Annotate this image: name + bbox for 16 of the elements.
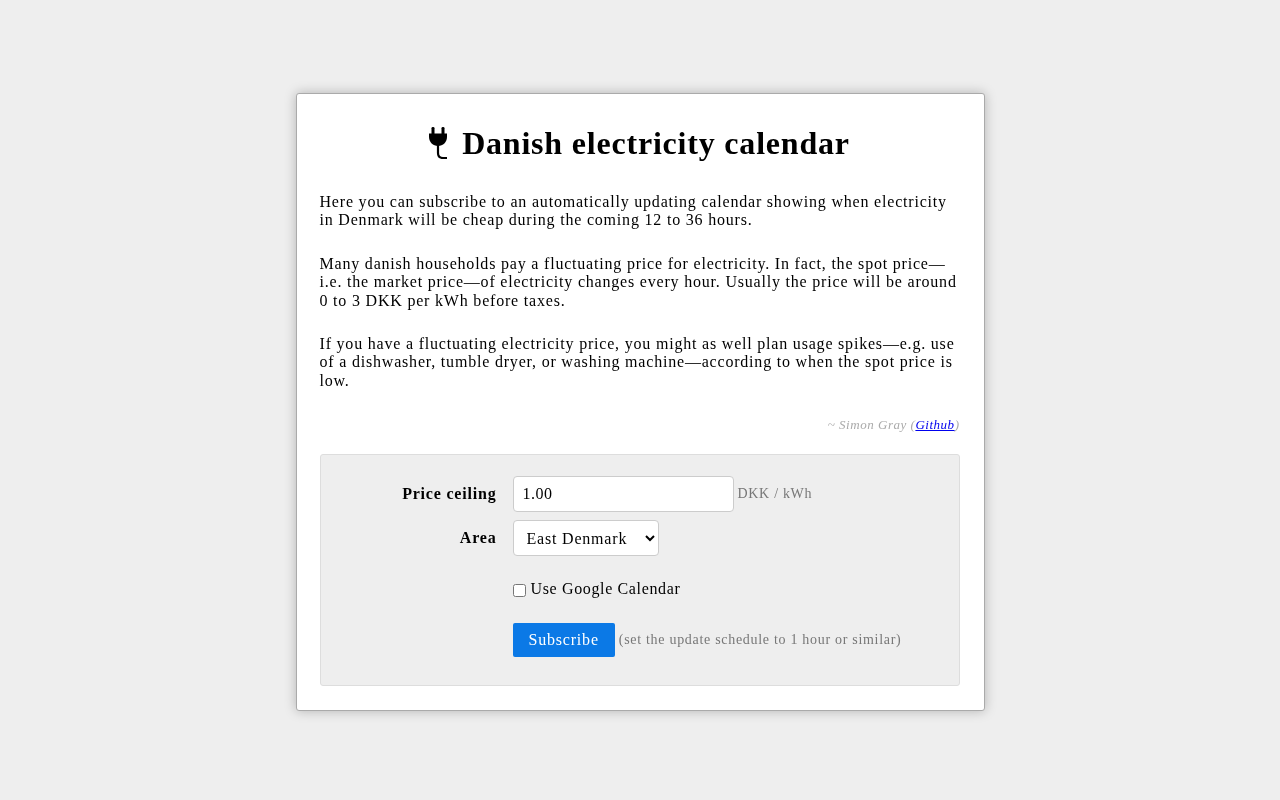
github-link[interactable]: Github xyxy=(915,417,955,433)
intro-paragraph: If you have a fluctuating electricity price, you might as well plan usage spikes—e.g. use of a dishwasher, tumble dryer, or washing machine—according to when the spot price is low. xyxy=(319,335,956,391)
intro-paragraph: Many danish households pay a fluctuating price for electricity. In fact, the spot price—i.e. the market price—of electricity changes every hour. Usually the price will be around 0 to 3 DKK per kWh before taxes. xyxy=(319,254,958,311)
field-label: Price ceiling xyxy=(402,485,497,504)
schedule-note: (set the update schedule to 1 hour or similar) xyxy=(618,632,902,649)
price-input[interactable]: 1.00 xyxy=(512,476,734,513)
checkbox-label[interactable]: Use Google Calendar xyxy=(530,580,681,599)
page-title: Danish electricity calendar xyxy=(462,125,850,162)
unit-label: DKK / kWh xyxy=(737,486,813,503)
subscribe-button[interactable]: Subscribe xyxy=(512,623,615,658)
author-credit: ~ Simon Gray (Github) xyxy=(827,417,960,433)
field-label: Area xyxy=(459,529,497,548)
area-select[interactable]: East Denmark xyxy=(512,520,659,557)
intro-paragraph: Here you can subscribe to an automatically updating calendar showing when electricity in Denmark will be cheap during the coming 12 to 36 hours. xyxy=(319,193,948,230)
calendar-checkbox[interactable] xyxy=(512,583,526,597)
plug-icon xyxy=(429,126,448,159)
